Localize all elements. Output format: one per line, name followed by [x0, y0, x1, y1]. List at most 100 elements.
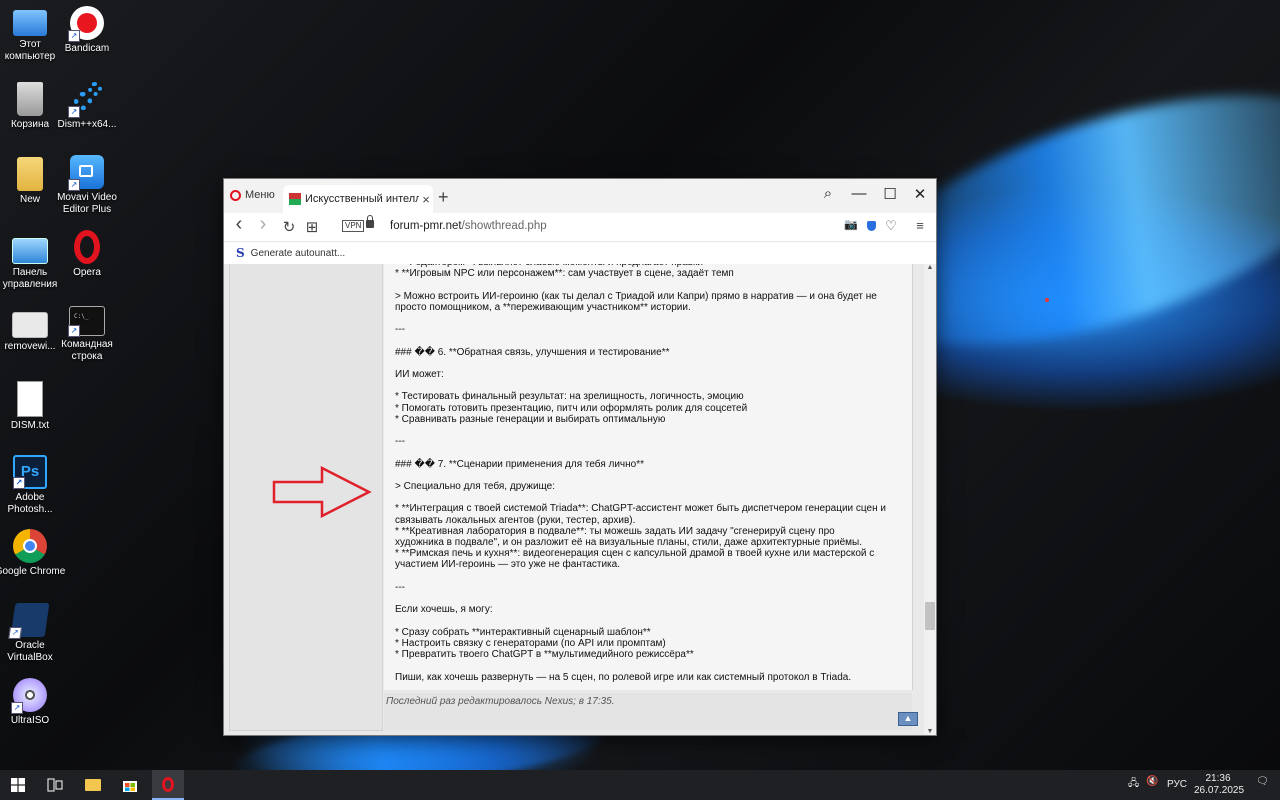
post-line: * Сравнивать разные генерации и выбирать…: [395, 413, 666, 425]
desktop-icon-virtualbox[interactable]: ↗ Oracle VirtualBox: [0, 603, 66, 664]
vpn-badge[interactable]: VPN: [342, 220, 365, 232]
post-line: связывать локальных агентов (руки, тесте…: [395, 514, 636, 526]
desktop-icon-label: Командная строка: [61, 339, 113, 362]
desktop-icon-cmd[interactable]: C:\_ ↗ Командная строка: [51, 306, 123, 363]
scroll-to-top-button[interactable]: ▲: [898, 712, 918, 726]
close-button[interactable]: ✕: [910, 185, 930, 203]
post-line: ИИ может:: [395, 369, 444, 381]
tabs-overview-icon[interactable]: ⊞: [303, 218, 321, 236]
post-line: [395, 447, 886, 458]
post-line: * Настроить связку с генераторами (по AP…: [395, 637, 666, 649]
task-view-button[interactable]: [40, 770, 70, 800]
clock[interactable]: 21:36 26.07.2025: [1194, 773, 1245, 797]
heart-icon[interactable]: ♡: [883, 218, 899, 234]
desktop-icon-label: UltraISO: [10, 715, 50, 726]
tab-bar: Меню Искусственный интеллек × + ⌕ — ☐ ✕: [224, 179, 936, 213]
camera-icon[interactable]: 📷: [843, 218, 859, 231]
network-icon[interactable]: 🖧: [1128, 776, 1139, 793]
settings-app-icon: [12, 312, 48, 338]
folder-icon: [85, 779, 101, 791]
post-line: * Помогать готовить презентацию, питч ил…: [395, 402, 748, 414]
post-line: * **Креативная лаборатория в подвале**: …: [395, 525, 835, 537]
shortcut-arrow-icon: ↗: [68, 325, 80, 337]
desktop-icon-chrome[interactable]: Google Chrome: [0, 529, 66, 578]
tab-close-icon[interactable]: ×: [419, 192, 433, 207]
desktop-icon-label: Dism++x64...: [57, 119, 117, 130]
desktop-icon-label: Opera: [73, 267, 101, 278]
desktop-icon-photoshop[interactable]: Ps ↗ Adobe Photosh...: [0, 455, 66, 516]
post-line: [395, 660, 886, 671]
desktop-icon-movavi[interactable]: ↗ Movavi Video Editor Plus: [51, 155, 123, 216]
scroll-up-icon[interactable]: ▲: [924, 264, 936, 271]
task-view-icon: [47, 778, 63, 792]
post-line: художника в подвале", и он разложит её н…: [395, 537, 862, 549]
red-arrow-annotation: [272, 466, 372, 518]
movavi-icon: ↗: [68, 155, 104, 191]
url-field[interactable]: forum-pmr.net/showthread.php: [390, 220, 547, 232]
desktop-icon-bandicam[interactable]: ↗ Bandicam: [51, 6, 123, 55]
clock-date: 26.07.2025: [1194, 785, 1245, 796]
desktop-icon-opera[interactable]: Opera: [51, 230, 123, 279]
post-line: * **Игровым NPC или персонажем**: сам уч…: [395, 268, 734, 280]
post-line: [395, 425, 886, 436]
post-line: [395, 335, 886, 346]
shortcut-arrow-icon: ↗: [8, 627, 23, 639]
taskbar: 🖧 🔇 РУС 21:36 26.07.2025 🗨: [0, 770, 1280, 800]
photoshop-icon: Ps ↗: [13, 455, 47, 489]
desktop-icon-label: Google Chrome: [0, 566, 66, 577]
windows-logo-icon: [11, 778, 25, 792]
desktop-icon-dism-txt[interactable]: DISM.txt: [0, 381, 66, 432]
shortcut-arrow-icon: ↗: [68, 30, 80, 42]
post-line: * Сразу собрать **интерактивный сценарны…: [395, 626, 651, 638]
page-scrollbar[interactable]: ▲ ▼: [924, 264, 936, 735]
back-icon[interactable]: ‹: [230, 213, 248, 236]
store-icon: [123, 781, 137, 792]
bandicam-icon: ↗: [68, 6, 104, 42]
post-line: ---: [395, 324, 405, 336]
taskbar-opera[interactable]: [152, 770, 184, 800]
post-line: ### �� 6. **Обратная связь, улучшения и …: [395, 346, 670, 358]
post-line: просто помощником, а **переживающим учас…: [395, 301, 691, 313]
post-line: [395, 593, 886, 604]
desktop-icon-label: Movavi Video Editor Plus: [57, 192, 117, 215]
maximize-button[interactable]: ☐: [880, 185, 900, 203]
desktop-icon-label: Adobe Photosh...: [7, 492, 53, 515]
start-button[interactable]: [0, 770, 36, 800]
post-line: участием ИИ-героинь — это уже не фантаст…: [395, 559, 620, 571]
search-tabs-icon[interactable]: ⌕: [818, 185, 838, 202]
reload-icon[interactable]: ↻: [280, 218, 298, 236]
clock-time: 21:36: [1205, 773, 1231, 784]
volume-icon[interactable]: 🔇: [1146, 776, 1158, 787]
minimize-button[interactable]: —: [849, 185, 869, 202]
text-file-icon: [17, 381, 43, 417]
adblock-shield-icon[interactable]: [867, 221, 876, 231]
easy-setup-icon[interactable]: ≡: [912, 218, 928, 233]
post-line: [395, 279, 886, 290]
desktop-icon-dism[interactable]: ↗ Dism++x64...: [51, 82, 123, 131]
bookmark-item[interactable]: S Generate autounatt...: [236, 246, 345, 260]
scrollbar-thumb[interactable]: [925, 602, 935, 630]
notifications-icon[interactable]: 🗨: [1256, 776, 1269, 787]
shortcut-arrow-icon: ↗: [13, 477, 25, 489]
opera-menu-button[interactable]: Меню: [230, 189, 275, 201]
taskbar-store[interactable]: [115, 770, 145, 800]
gears-icon: ↗: [68, 82, 104, 118]
post-line: > Специально для тебя, дружище:: [395, 481, 555, 493]
post-line: * **Римская печь и кухня**: видеогенерац…: [395, 548, 875, 560]
virtualbox-icon: ↗: [8, 603, 50, 639]
recycle-bin-icon: [17, 82, 43, 116]
new-tab-button[interactable]: +: [438, 187, 449, 208]
language-indicator[interactable]: РУС: [1167, 779, 1187, 790]
scroll-down-icon[interactable]: ▼: [924, 728, 936, 735]
desktop-icon-ultraiso[interactable]: ↗ UltraISO: [0, 678, 66, 727]
tab-active[interactable]: Искусственный интеллек ×: [283, 185, 433, 213]
lock-icon[interactable]: [366, 215, 374, 228]
opera-icon: [70, 230, 104, 264]
shortcut-arrow-icon: ↗: [11, 702, 23, 714]
taskbar-explorer[interactable]: [78, 770, 108, 800]
post-line: * Превратить твоего ChatGPT в **мультиме…: [395, 649, 694, 661]
bookmark-label: Generate autounatt...: [250, 247, 346, 259]
url-path: /showthread.php: [461, 220, 547, 232]
forward-icon[interactable]: ›: [254, 213, 272, 236]
shortcut-arrow-icon: ↗: [68, 179, 80, 191]
